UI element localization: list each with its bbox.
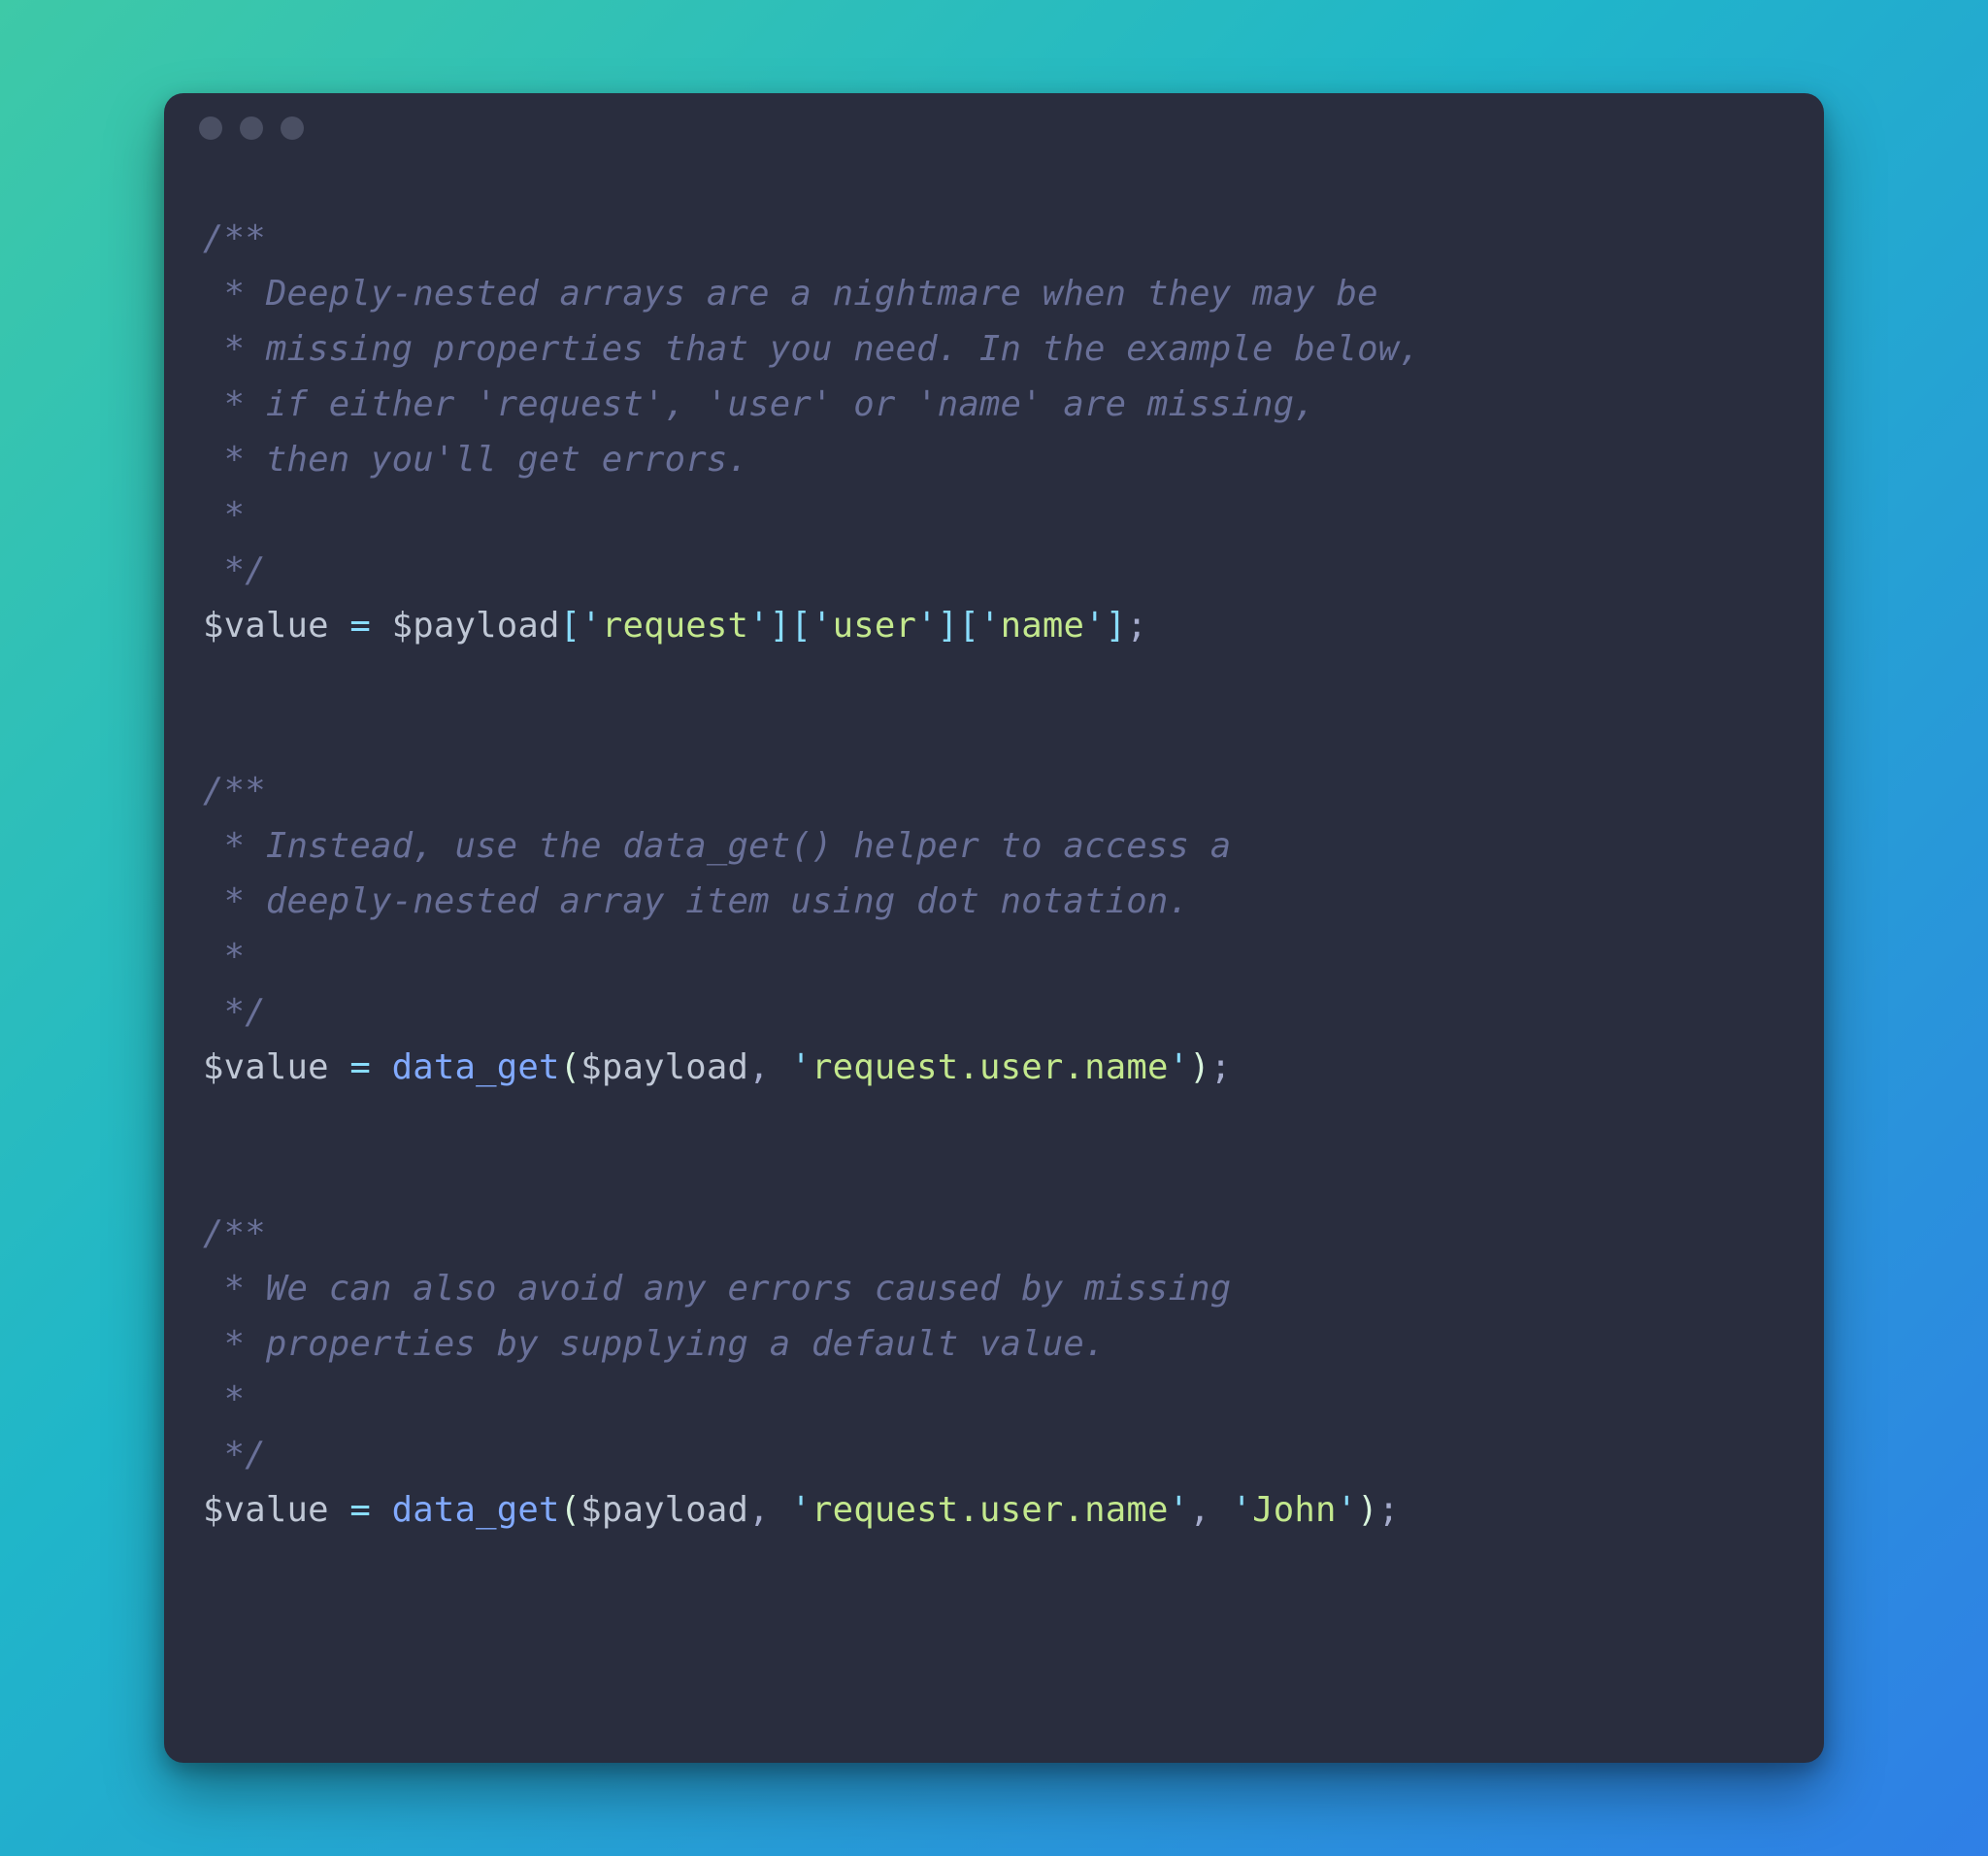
string-token: request.user.name (812, 1047, 1169, 1087)
variable-token: $value (203, 1490, 329, 1530)
semicolon-token: ; (1210, 1047, 1232, 1087)
bracket-token: [ (790, 606, 812, 646)
traffic-light-close-icon[interactable] (199, 116, 222, 140)
string-token: request.user.name (812, 1490, 1169, 1530)
variable-token: $payload (580, 1490, 748, 1530)
operator-token: = (329, 1490, 392, 1530)
operator-token: = (329, 1047, 392, 1087)
quote-token: ' (580, 606, 602, 646)
quote-token: ' (748, 606, 770, 646)
bracket-token: [ (560, 606, 581, 646)
string-token: user (833, 606, 916, 646)
operator-token: = (329, 606, 392, 646)
bracket-token: [ (958, 606, 979, 646)
code-window: /** * Deeply-nested arrays are a nightma… (164, 93, 1824, 1763)
comment-line: * (203, 1379, 245, 1419)
function-token: data_get (392, 1490, 560, 1530)
quote-token: ' (812, 606, 833, 646)
semicolon-token: ; (1126, 606, 1147, 646)
traffic-light-minimize-icon[interactable] (240, 116, 263, 140)
comment-line: */ (203, 992, 266, 1032)
comma-token: , (748, 1490, 790, 1530)
comment-line: /** (203, 1213, 266, 1253)
quote-token: ' (790, 1047, 812, 1087)
comment-line: /** (203, 771, 266, 811)
comment-line: * if either 'request', 'user' or 'name' … (203, 384, 1315, 424)
string-token: name (1001, 606, 1084, 646)
paren-token: ( (560, 1490, 581, 1530)
comment-line: */ (203, 550, 266, 590)
comment-line: /** (203, 218, 266, 258)
traffic-light-zoom-icon[interactable] (281, 116, 304, 140)
quote-token: ' (1169, 1047, 1190, 1087)
comment-line: * (203, 937, 245, 977)
variable-token: $payload (392, 606, 560, 646)
quote-token: ' (979, 606, 1001, 646)
quote-token: ' (1231, 1490, 1252, 1530)
comment-line: * Instead, use the data_get() helper to … (203, 826, 1231, 866)
string-token: request (602, 606, 748, 646)
window-titlebar (164, 93, 1824, 163)
variable-token: $value (203, 1047, 329, 1087)
comment-line: * We can also avoid any errors caused by… (203, 1269, 1231, 1309)
semicolon-token: ; (1378, 1490, 1400, 1530)
comment-line: * missing properties that you need. In t… (203, 329, 1420, 369)
paren-token: ) (1357, 1490, 1378, 1530)
quote-token: ' (1169, 1490, 1190, 1530)
paren-token: ) (1189, 1047, 1210, 1087)
bracket-token: ] (1106, 606, 1127, 646)
bracket-token: ] (938, 606, 959, 646)
comment-line: */ (203, 1435, 266, 1475)
comma-token: , (748, 1047, 790, 1087)
code-editor-area: /** * Deeply-nested arrays are a nightma… (164, 163, 1824, 1763)
comment-line: * properties by supplying a default valu… (203, 1324, 1106, 1364)
variable-token: $value (203, 606, 329, 646)
comma-token: , (1189, 1490, 1231, 1530)
code-content: /** * Deeply-nested arrays are a nightma… (203, 212, 1785, 1539)
quote-token: ' (1084, 606, 1106, 646)
comment-line: * then you'll get errors. (203, 440, 748, 480)
quote-token: ' (916, 606, 938, 646)
variable-token: $payload (580, 1047, 748, 1087)
paren-token: ( (560, 1047, 581, 1087)
comment-line: * deeply-nested array item using dot not… (203, 881, 1189, 921)
function-token: data_get (392, 1047, 560, 1087)
comment-line: * (203, 495, 245, 535)
quote-token: ' (790, 1490, 812, 1530)
quote-token: ' (1337, 1490, 1358, 1530)
string-token: John (1252, 1490, 1336, 1530)
background-gradient: /** * Deeply-nested arrays are a nightma… (0, 0, 1988, 1856)
comment-line: * Deeply-nested arrays are a nightmare w… (203, 274, 1378, 314)
bracket-token: ] (770, 606, 791, 646)
